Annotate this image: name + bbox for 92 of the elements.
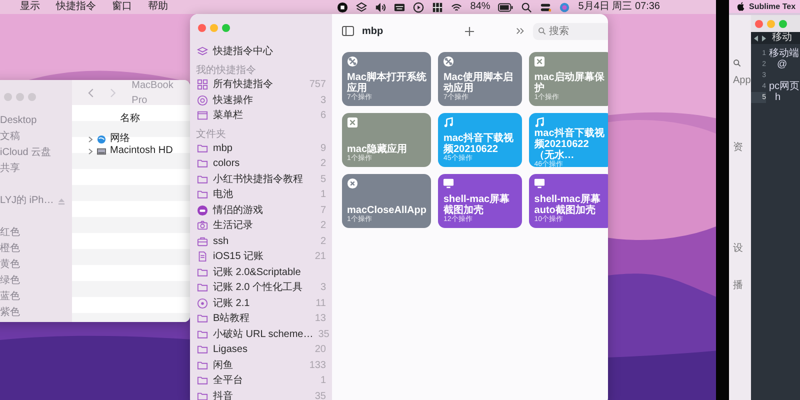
sidebar-label: mbp	[213, 142, 232, 156]
sidebar-section-label: App	[733, 74, 751, 88]
sidebar-label: 快捷指令中心	[213, 44, 273, 58]
card-title: Mac使用脚本启动应用	[443, 72, 514, 94]
sidebar-section-label: 播	[733, 278, 743, 293]
code-line: @	[777, 59, 788, 70]
sidebar-item[interactable]: 生活记录 2	[190, 218, 332, 234]
sidebar-label: 所有快捷指令	[213, 78, 273, 92]
code-line: pc网页	[769, 81, 800, 92]
file-name[interactable]: 网络	[110, 133, 130, 145]
item-count: 1	[320, 188, 326, 202]
item-count: 20	[314, 343, 326, 358]
item-count: 2	[320, 157, 326, 172]
item-count: 757	[309, 78, 326, 92]
item-count: 1	[320, 374, 326, 388]
sidebar-label: colors	[213, 157, 240, 172]
sidebar-item[interactable]: 记账 2.0&Scriptable	[190, 264, 332, 280]
sidebar-label: iOS15 记账	[213, 250, 264, 264]
menu-item[interactable]: 显示	[16, 0, 44, 14]
sidebar-label: 全平台	[213, 374, 243, 388]
code-line: h	[775, 92, 781, 103]
sidebar-label: 生活记录	[213, 218, 253, 234]
sidebar-item[interactable]: 快捷指令中心	[190, 42, 332, 60]
sidebar-label: 记账 2.1	[213, 296, 250, 311]
section-header: 文件夹	[195, 128, 227, 140]
item-count: 5	[320, 172, 326, 187]
window-title: mbp	[362, 24, 384, 38]
sidebar-item[interactable]: 小红书快捷指令教程 5	[190, 172, 332, 187]
battery-percent: 84%	[470, 0, 490, 14]
sidebar-item[interactable]: colors 2	[190, 156, 332, 172]
menu-item[interactable]: 快捷指令	[52, 0, 100, 14]
section-header: 我的快捷指令	[195, 64, 257, 77]
item-count: 2	[320, 234, 326, 249]
sidebar-item[interactable]: 抖音 35	[190, 388, 332, 400]
sidebar-item[interactable]: 电池 1	[190, 187, 332, 202]
item-count: 13	[314, 312, 326, 326]
sidebar-item[interactable]: 菜单栏 6	[190, 108, 332, 124]
sidebar-item[interactable]: B站教程 13	[190, 311, 332, 326]
sidebar-label: 菜单栏	[213, 108, 243, 124]
sidebar-label: ssh	[213, 234, 229, 249]
card-title: macCloseAllApp	[347, 205, 426, 216]
item-count: 9	[320, 142, 326, 156]
sidebar-item[interactable]: ssh 2	[190, 234, 332, 249]
sidebar-label: 记账 2.0&Scriptable	[213, 266, 301, 280]
sidebar-item[interactable]: iOS15 记账 21	[190, 249, 332, 264]
sidebar-item[interactable]: 记账 2.1 11	[190, 296, 332, 311]
item-count: 2	[320, 219, 326, 234]
code-line: 移动端	[769, 48, 799, 59]
sidebar-item[interactable]: 小破站 URL scheme… 35	[190, 326, 332, 342]
sidebar-label: 抖音	[213, 390, 233, 400]
item-count: 21	[314, 250, 326, 264]
card-title: shell-mac屏幕截图加壳	[443, 194, 511, 216]
card-title: mac抖音下载视频20210622（无水…	[534, 128, 606, 161]
card-title: Mac脚本打开系统应用	[347, 72, 426, 94]
sidebar-item[interactable]: Ligases 20	[190, 342, 332, 358]
sidebar-label: 情侣的游戏	[213, 204, 263, 218]
sidebar-label: 小破站 URL scheme…	[213, 328, 314, 342]
column-header[interactable]: 名称	[120, 113, 140, 124]
sidebar-item[interactable]: mbp 9	[190, 140, 332, 156]
item-count: 11	[316, 296, 326, 311]
sidebar-section-label: 设	[733, 242, 743, 256]
clock[interactable]: 5月4日 周三 07:36	[578, 0, 660, 14]
sidebar-label: 小红书快捷指令教程	[213, 172, 303, 187]
sidebar-label: 记账 2.0 个性化工具	[213, 280, 302, 296]
sidebar-section-label: 资	[733, 141, 743, 155]
sidebar-item[interactable]: 闲鱼 133	[190, 358, 332, 373]
card-title: shell-mac屏幕auto截图加壳	[534, 194, 602, 216]
sidebar-label: 电池	[213, 188, 233, 202]
item-count: 35	[314, 390, 326, 400]
card-title: mac隐藏应用	[347, 144, 408, 155]
menu-item[interactable]: 帮助	[144, 0, 172, 14]
sidebar-item[interactable]: 情侣的游戏 7	[190, 202, 332, 218]
item-count: 6	[320, 109, 326, 124]
item-count: 35	[318, 328, 330, 342]
sidebar-label: 闲鱼	[213, 358, 233, 373]
item-count: 133	[309, 358, 326, 373]
window-title: MacBook Pro	[132, 80, 174, 108]
item-count: 3	[320, 281, 326, 296]
sidebar-label: B站教程	[213, 312, 250, 326]
card-title: mac启动屏幕保护	[534, 72, 606, 94]
file-name[interactable]: Macintosh HD	[110, 145, 173, 157]
item-count: 7	[320, 204, 326, 218]
menu-item[interactable]: 窗口	[108, 0, 136, 14]
sidebar-item[interactable]: 所有快捷指令 757	[190, 77, 332, 92]
sidebar-label: 快速操作	[213, 94, 253, 108]
sidebar-label: Ligases	[213, 343, 248, 358]
sidebar-item[interactable]: 快速操作 3	[190, 92, 332, 108]
card-title: mac抖音下载视频20210622	[443, 133, 514, 155]
search-field[interactable]: 搜索	[533, 22, 608, 40]
sidebar-item[interactable]: 全平台 1	[190, 373, 332, 388]
item-count: 3	[320, 94, 326, 108]
sidebar-item[interactable]: 记账 2.0 个性化工具 3	[190, 280, 332, 296]
